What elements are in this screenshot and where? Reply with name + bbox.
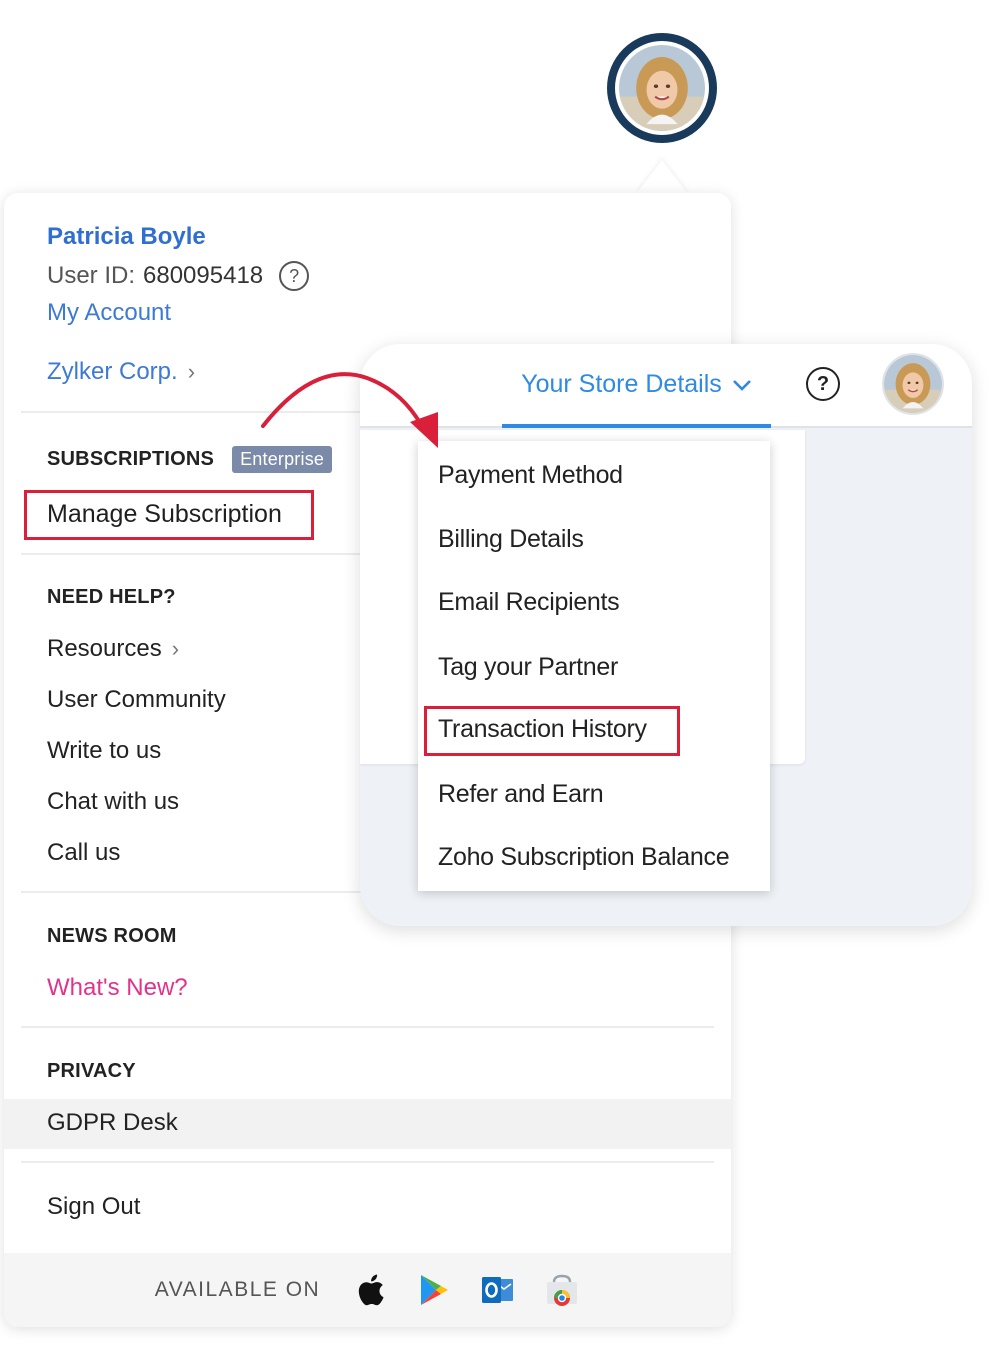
help-icon[interactable]: ? [806,367,840,401]
chevron-right-icon: › [171,636,180,661]
resources-link[interactable]: Resources › [47,635,179,663]
available-on-footer: AVAILABLE ON [4,1253,731,1327]
write-to-us-link[interactable]: Write to us [47,737,161,765]
manage-subscription-link[interactable]: Manage Subscription [24,490,314,540]
annotation-arrow [261,372,438,448]
divider [21,1161,714,1163]
user-id-value: 680095418 [143,262,264,289]
transaction-history-highlight [424,706,680,756]
organization-link[interactable]: Zylker Corp. › [47,358,195,386]
outlook-icon[interactable] [480,1272,516,1308]
store-avatar[interactable] [882,353,944,415]
store-details-tab[interactable]: Your Store Details [502,344,771,428]
need-help-heading: NEED HELP? [47,586,176,608]
user-id-row: User ID: 680095418 ? [47,261,310,291]
user-community-link[interactable]: User Community [47,686,226,714]
chevron-down-icon [732,370,752,399]
resources-label: Resources [47,635,162,662]
call-us-link[interactable]: Call us [47,839,120,867]
gdpr-desk-link[interactable]: GDPR Desk [47,1109,178,1137]
available-on-label: AVAILABLE ON [154,1278,321,1301]
apple-icon[interactable] [352,1272,388,1308]
store-details-dropdown: Payment Method Billing Details Email Rec… [418,441,770,891]
news-room-heading: NEWS ROOM [47,925,177,947]
menu-item-refer-and-earn[interactable]: Refer and Earn [438,780,604,809]
panel-caret [636,160,688,194]
chevron-right-icon: › [187,359,196,384]
user-id-label: User ID: [47,262,136,289]
menu-item-tag-your-partner[interactable]: Tag your Partner [438,653,618,682]
privacy-heading: PRIVACY [47,1060,136,1082]
user-name: Patricia Boyle [47,223,206,250]
my-account-link[interactable]: My Account [47,299,171,327]
menu-item-payment-method[interactable]: Payment Method [438,461,623,490]
whats-new-link[interactable]: What's New? [47,974,188,1002]
divider [21,1026,714,1028]
menu-item-email-recipients[interactable]: Email Recipients [438,588,620,617]
menu-item-billing-details[interactable]: Billing Details [438,525,584,554]
profile-avatar[interactable] [607,33,717,143]
chrome-store-icon[interactable] [544,1272,580,1308]
store-details-label: Your Store Details [521,369,722,398]
subscriptions-title: SUBSCRIPTIONS [47,448,215,470]
help-circle-icon[interactable]: ? [279,261,310,291]
chat-with-us-link[interactable]: Chat with us [47,788,179,816]
menu-item-subscription-balance[interactable]: Zoho Subscription Balance [438,843,730,872]
sign-out-link[interactable]: Sign Out [47,1193,140,1221]
organization-name: Zylker Corp. [47,358,178,385]
avatar-photo [619,45,705,131]
google-play-icon[interactable] [416,1272,452,1308]
